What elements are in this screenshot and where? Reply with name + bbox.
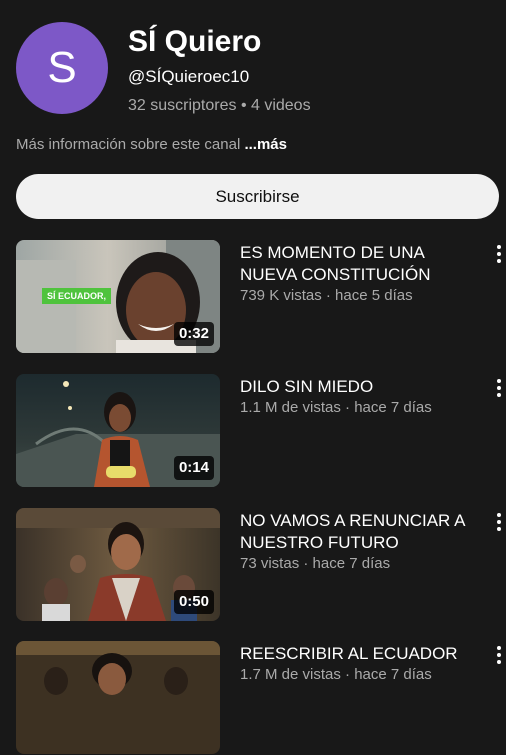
video-thumbnail[interactable]: 0:14 <box>16 374 220 487</box>
video-item[interactable]: 0:14 DILO SIN MIEDO 1.1 M de vistas · ha… <box>16 374 506 488</box>
video-stats: 1.7 M de vistas · hace 7 días <box>240 666 432 683</box>
channel-name: SÍ Quiero <box>128 25 262 58</box>
video-item[interactable]: REESCRIBIR AL ECUADOR 1.7 M de vistas · … <box>16 641 506 755</box>
channel-handle: @SÍQuieroec10 <box>128 67 250 86</box>
video-meta: DILO SIN MIEDO 1.1 M de vistas · hace 7 … <box>240 376 472 418</box>
video-title[interactable]: REESCRIBIR AL ECUADOR <box>240 643 472 665</box>
video-thumbnail[interactable]: 0:50 <box>16 508 220 621</box>
video-title[interactable]: NO VAMOS A RENUNCIAR A NUESTRO FUTURO <box>240 510 472 554</box>
channel-header: S SÍ Quiero @SÍQuieroec10 32 suscriptore… <box>16 22 490 118</box>
more-link[interactable]: ...más <box>244 136 287 153</box>
more-options-icon[interactable] <box>492 510 506 534</box>
video-title[interactable]: ES MOMENTO DE UNA NUEVA CONSTITUCIÓN <box>240 242 472 286</box>
video-duration: 0:32 <box>173 322 214 346</box>
more-options-icon[interactable] <box>492 643 506 667</box>
video-item[interactable]: SÍ ECUADOR, 0:32 ES MOMENTO DE UNA NUEVA… <box>16 240 506 354</box>
channel-info: SÍ Quiero @SÍQuieroec10 32 suscriptores … <box>128 22 311 118</box>
video-stats: 1.1 M de vistas · hace 7 días <box>240 399 432 416</box>
thumbnail-tag: SÍ ECUADOR, <box>42 288 112 304</box>
channel-avatar[interactable]: S <box>16 22 108 114</box>
channel-about-link[interactable]: Más información sobre este canal ...más <box>16 134 287 156</box>
more-options-icon[interactable] <box>492 242 506 266</box>
thumbnail-image <box>16 641 220 754</box>
video-meta: REESCRIBIR AL ECUADOR 1.7 M de vistas · … <box>240 643 472 685</box>
video-duration: 0:14 <box>173 456 214 480</box>
more-options-icon[interactable] <box>492 376 506 400</box>
channel-stats: 32 suscriptores • 4 videos <box>128 97 311 114</box>
video-item[interactable]: 0:50 NO VAMOS A RENUNCIAR A NUESTRO FUTU… <box>16 508 506 622</box>
avatar-letter: S <box>47 43 77 92</box>
video-title[interactable]: DILO SIN MIEDO <box>240 376 472 398</box>
about-text: Más información sobre este canal <box>16 136 241 153</box>
subscribe-button[interactable]: Suscribirse <box>16 174 499 219</box>
video-meta: NO VAMOS A RENUNCIAR A NUESTRO FUTURO 73… <box>240 510 472 574</box>
video-stats: 739 K vistas · hace 5 días <box>240 287 413 304</box>
video-duration: 0:50 <box>173 590 214 614</box>
video-meta: ES MOMENTO DE UNA NUEVA CONSTITUCIÓN 739… <box>240 242 472 306</box>
video-thumbnail[interactable]: SÍ ECUADOR, 0:32 <box>16 240 220 353</box>
video-thumbnail[interactable] <box>16 641 220 754</box>
video-stats: 73 vistas · hace 7 días <box>240 555 391 572</box>
